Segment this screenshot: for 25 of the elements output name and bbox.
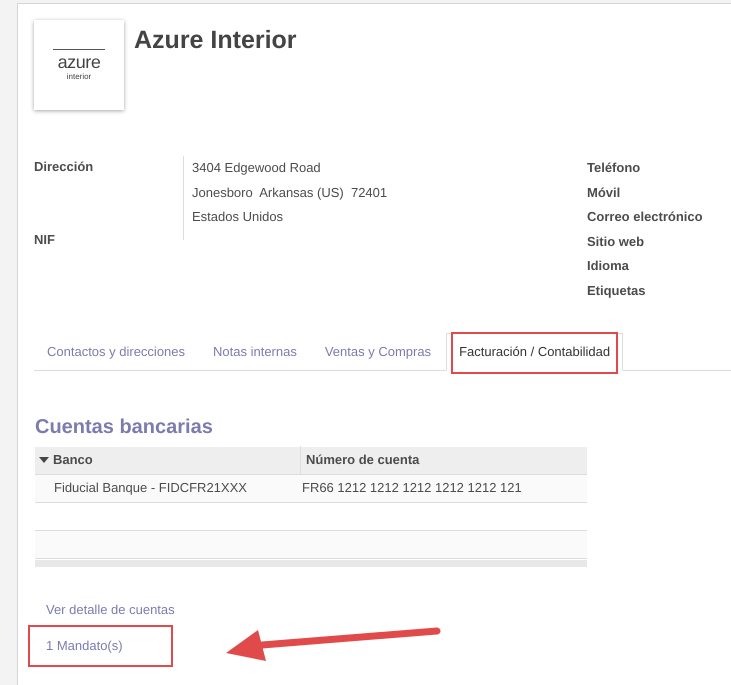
- address-line: Estados Unidos: [192, 208, 284, 226]
- field-label: Teléfono: [587, 159, 642, 177]
- section-heading: Cuentas bancarias: [35, 414, 214, 438]
- field-label: Sitio web: [587, 232, 646, 250]
- field-label: Correo electrónico: [587, 208, 703, 226]
- column-header[interactable]: Número de cuenta: [301, 450, 420, 470]
- address-line: Jonesboro Arkansas (US) 72401: [192, 184, 388, 202]
- tab[interactable]: Contactos y direcciones: [34, 333, 198, 370]
- field-label: NIF: [34, 231, 56, 249]
- company-name: Azure Interior: [134, 25, 297, 56]
- tab[interactable]: Notas internas: [200, 333, 310, 370]
- logo-name: azure: [58, 52, 100, 72]
- link[interactable]: 1 Mandato(s): [30, 626, 171, 664]
- address-line: 3404 Edgewood Road: [192, 159, 322, 177]
- logo-subtitle: interior: [66, 72, 92, 82]
- column-header[interactable]: Banco: [53, 446, 301, 474]
- table-cell-text: FR66 1212 1212 1212 1212 1212 121: [302, 479, 522, 498]
- field-label: Dirección: [34, 158, 94, 176]
- tab[interactable]: Ventas y Compras: [312, 333, 444, 370]
- caret-icon[interactable]: [39, 457, 49, 463]
- field-label: Móvil: [587, 184, 622, 202]
- table-cell-text: Fiducial Banque - FIDCFR21XXX: [53, 479, 248, 498]
- link[interactable]: Ver detalle de cuentas: [46, 592, 175, 626]
- field-label: Etiquetas: [587, 282, 647, 300]
- field-label: Idioma: [587, 257, 630, 275]
